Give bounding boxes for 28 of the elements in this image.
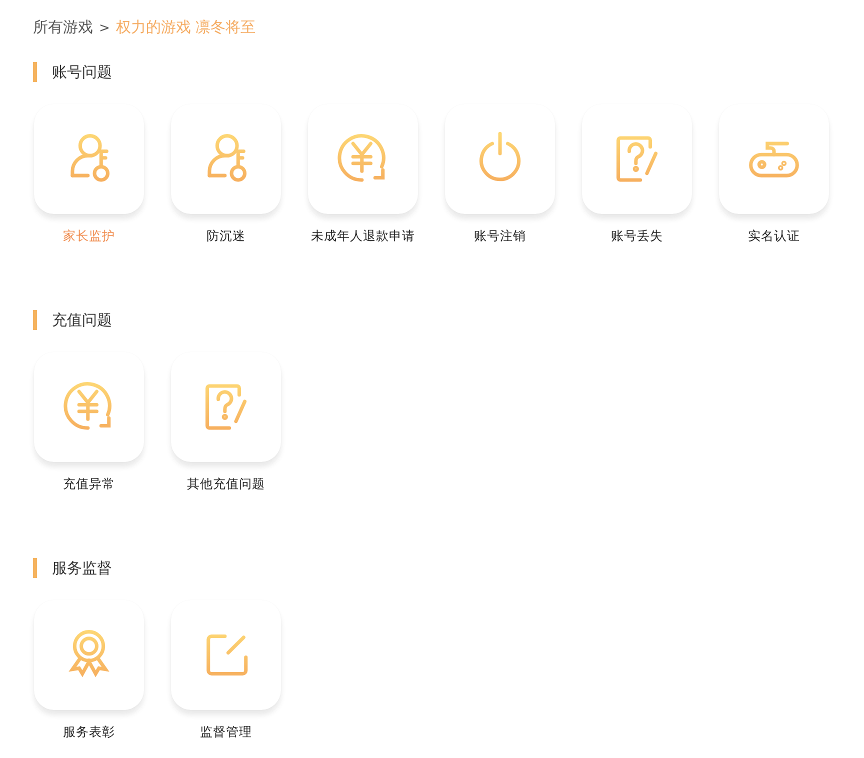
category-label[interactable]: 监督管理 bbox=[200, 724, 252, 741]
category-tile[interactable] bbox=[171, 352, 281, 462]
category-label[interactable]: 防沉迷 bbox=[206, 228, 246, 245]
category-tile[interactable] bbox=[34, 352, 144, 462]
category-tile[interactable] bbox=[308, 104, 418, 214]
section-title: 充值问题 bbox=[52, 310, 112, 330]
category-label[interactable]: 充值异常 bbox=[63, 476, 115, 493]
category-tile[interactable] bbox=[719, 104, 829, 214]
breadcrumb-current: 权力的游戏 凛冬将至 bbox=[116, 18, 256, 37]
category-tile[interactable] bbox=[34, 104, 144, 214]
section-title: 服务监督 bbox=[52, 558, 112, 578]
category-label[interactable]: 实名认证 bbox=[748, 228, 800, 245]
section-marker bbox=[33, 62, 37, 82]
category-label[interactable]: 未成年人退款申请 bbox=[311, 228, 415, 245]
breadcrumb-separator: > bbox=[99, 21, 110, 36]
section-title: 账号问题 bbox=[52, 62, 112, 82]
category-label[interactable]: 服务表彰 bbox=[63, 724, 115, 741]
category-label[interactable]: 账号注销 bbox=[474, 228, 526, 245]
category-tile[interactable] bbox=[34, 600, 144, 710]
category-tile[interactable] bbox=[582, 104, 692, 214]
category-label[interactable]: 账号丢失 bbox=[611, 228, 663, 245]
category-tile[interactable] bbox=[171, 104, 281, 214]
section-marker bbox=[33, 310, 37, 330]
category-tile[interactable] bbox=[445, 104, 555, 214]
category-tile[interactable] bbox=[171, 600, 281, 710]
breadcrumb-link[interactable]: 所有游戏 bbox=[33, 18, 93, 37]
section-marker bbox=[33, 558, 37, 578]
category-label[interactable]: 其他充值问题 bbox=[187, 476, 265, 493]
